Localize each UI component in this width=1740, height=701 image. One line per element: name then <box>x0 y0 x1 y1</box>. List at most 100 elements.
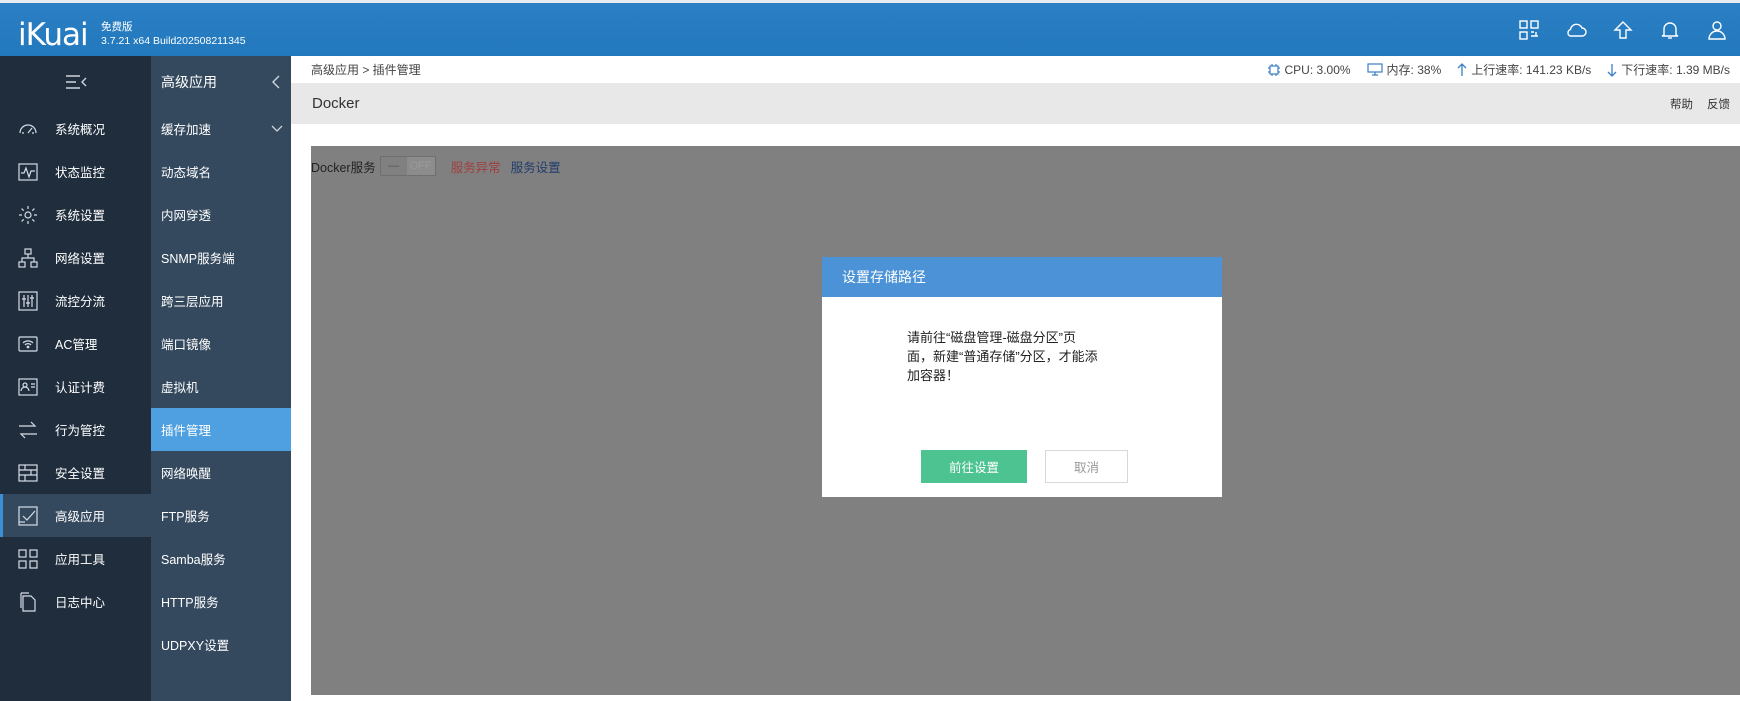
subnav-item-6[interactable]: 虚拟机 <box>151 365 291 408</box>
cancel-button[interactable]: 取消 <box>1045 450 1128 483</box>
subnav-item-label: 缓存加速 <box>161 123 212 137</box>
primary-sidebar: 系统概况状态监控系统设置网络设置流控分流 AC管理认证计费行为管控安全设置高级应用… <box>0 56 151 701</box>
upload-stat: 上行速率: 141.23 KB/s <box>1457 61 1591 78</box>
cloud-icon[interactable] <box>1552 3 1599 56</box>
top-bar: iKuai 免费版 3.7.21 x64 Build202508211345 <box>0 0 1740 56</box>
apps-grid-icon[interactable] <box>1505 3 1552 56</box>
app-window: iKuai 免费版 3.7.21 x64 Build202508211345 系… <box>0 0 1740 701</box>
nav-item-4[interactable]: 流控分流 <box>0 279 151 322</box>
storage-path-dialog: 设置存储路径 请前往“磁盘管理-磁盘分区”页 面，新建“普通存储”分区，才能添 … <box>822 257 1222 497</box>
dialog-message: 请前往“磁盘管理-磁盘分区”页 面，新建“普通存储”分区，才能添 加容器！ <box>907 328 1147 385</box>
subnav-item-label: HTTP服务 <box>161 596 219 610</box>
secondary-sidebar-title: 高级应用 <box>161 73 217 90</box>
logo: iKuai <box>18 17 89 53</box>
subnav-item-12[interactable]: UDPXY设置 <box>151 623 291 666</box>
memory-value: 内存: 38% <box>1386 63 1442 77</box>
subnav-item-label: 内网穿透 <box>161 209 212 223</box>
nav-item-label: 流控分流 <box>55 295 106 309</box>
subnav-item-0[interactable]: 缓存加速 <box>151 107 291 150</box>
dialog-message-line: 请前往“磁盘管理-磁盘分区”页 <box>907 330 1076 345</box>
nav-item-label: 高级应用 <box>55 510 106 524</box>
subnav-item-label: 虚拟机 <box>161 381 199 395</box>
help-link[interactable]: 帮助 <box>1670 96 1693 112</box>
nav-item-3[interactable]: 网络设置 <box>0 236 151 279</box>
nav-item-1[interactable]: 状态监控 <box>0 150 151 193</box>
subnav-item-label: 端口镜像 <box>161 338 212 352</box>
docker-service-toggle[interactable]: — OFF <box>379 156 436 176</box>
feedback-link[interactable]: 反馈 <box>1707 96 1730 112</box>
nav-item-11[interactable]: 日志中心 <box>0 580 151 623</box>
go-to-settings-button[interactable]: 前往设置 <box>921 450 1027 483</box>
edition-label: 免费版 <box>101 21 133 33</box>
sliders-icon <box>0 290 55 311</box>
system-stats: CPU: 3.00% 内存: 38% 上行速率: 141.23 KB/s 下行速… <box>1267 61 1730 78</box>
subnav-item-9[interactable]: FTP服务 <box>151 494 291 537</box>
subnav-item-label: 网络唤醒 <box>161 467 212 481</box>
nav-item-label: 行为管控 <box>55 424 106 438</box>
subnav-item-1[interactable]: 动态域名 <box>151 150 291 193</box>
wifi-ap-icon <box>0 334 55 354</box>
toggle-knob: — <box>388 160 400 172</box>
version-info: 免费版 3.7.21 x64 Build202508211345 <box>101 20 246 48</box>
upgrade-icon[interactable] <box>1599 3 1646 56</box>
service-settings-link[interactable]: 服务设置 <box>511 157 561 176</box>
subnav-item-7[interactable]: 插件管理 <box>151 408 291 451</box>
chevron-left-icon[interactable] <box>271 75 281 89</box>
nav-item-2[interactable]: 系统设置 <box>0 193 151 236</box>
upload-value: 上行速率: 141.23 KB/s <box>1471 63 1592 77</box>
nav-item-label: 应用工具 <box>55 553 106 567</box>
tools-grid-icon <box>0 548 55 569</box>
subnav-item-8[interactable]: 网络唤醒 <box>151 451 291 494</box>
subnav-item-10[interactable]: Samba服务 <box>151 537 291 580</box>
nav-item-10[interactable]: 应用工具 <box>0 537 151 580</box>
page-title-bar: Docker 帮助 反馈 <box>291 83 1740 124</box>
status-bar: 高级应用 > 插件管理 CPU: 3.00% 内存: 38% 上行速率: 141… <box>291 56 1740 83</box>
cpu-stat: CPU: 3.00% <box>1267 63 1351 77</box>
dialog-message-line: 面，新建“普通存储”分区，才能添 <box>907 349 1098 364</box>
subnav-item-label: 跨三层应用 <box>161 295 224 309</box>
download-stat: 下行速率: 1.39 MB/s <box>1607 61 1730 78</box>
id-card-icon <box>0 377 55 397</box>
dashboard-icon <box>0 119 55 139</box>
memory-icon <box>1366 63 1383 76</box>
subnav-item-4[interactable]: 跨三层应用 <box>151 279 291 322</box>
memory-stat: 内存: 38% <box>1366 61 1442 78</box>
cpu-value: CPU: 3.00% <box>1284 62 1351 77</box>
secondary-sidebar: 高级应用 缓存加速动态域名内网穿透 SNMP服务端跨三层应用端口镜像虚拟机插件管理… <box>151 56 291 701</box>
version-label: 3.7.21 x64 Build202508211345 <box>101 35 246 47</box>
docker-service-label: Docker服务 <box>311 160 376 175</box>
secondary-sidebar-header: 高级应用 <box>151 56 291 107</box>
subnav-item-label: 插件管理 <box>161 424 212 438</box>
user-icon[interactable] <box>1693 3 1740 56</box>
monitor-icon <box>0 162 55 182</box>
service-status: 服务异常 <box>450 160 501 175</box>
subnav-item-5[interactable]: 端口镜像 <box>151 322 291 365</box>
nav-item-label: 日志中心 <box>55 596 106 610</box>
nav-item-label: 认证计费 <box>55 381 106 395</box>
breadcrumb: 高级应用 > 插件管理 <box>311 63 421 77</box>
subnav-item-11[interactable]: HTTP服务 <box>151 580 291 623</box>
page-title: Docker <box>312 95 360 112</box>
nav-item-7[interactable]: 行为管控 <box>0 408 151 451</box>
check-box-icon <box>0 505 55 526</box>
document-icon <box>0 591 55 612</box>
nav-item-label: 系统设置 <box>55 209 106 223</box>
nav-item-5[interactable]: AC管理 <box>0 322 151 365</box>
arrows-icon <box>0 420 55 440</box>
subnav-item-label: 动态域名 <box>161 166 212 180</box>
nav-item-8[interactable]: 安全设置 <box>0 451 151 494</box>
title-links: 帮助 反馈 <box>1670 96 1730 112</box>
arrow-up-icon <box>1457 62 1467 77</box>
nav-item-6[interactable]: 认证计费 <box>0 365 151 408</box>
arrow-down-icon <box>1607 63 1617 77</box>
bell-icon[interactable] <box>1646 3 1693 56</box>
nav-item-label: 系统概况 <box>55 123 106 137</box>
subnav-item-label: Samba服务 <box>161 553 226 567</box>
nav-item-0[interactable]: 系统概况 <box>0 107 151 150</box>
subnav-item-3[interactable]: SNMP服务端 <box>151 236 291 279</box>
collapse-menu-button[interactable] <box>0 56 151 107</box>
subnav-item-label: UDPXY设置 <box>161 639 230 653</box>
subnav-item-2[interactable]: 内网穿透 <box>151 193 291 236</box>
network-icon <box>0 247 55 268</box>
nav-item-9[interactable]: 高级应用 <box>0 494 151 537</box>
